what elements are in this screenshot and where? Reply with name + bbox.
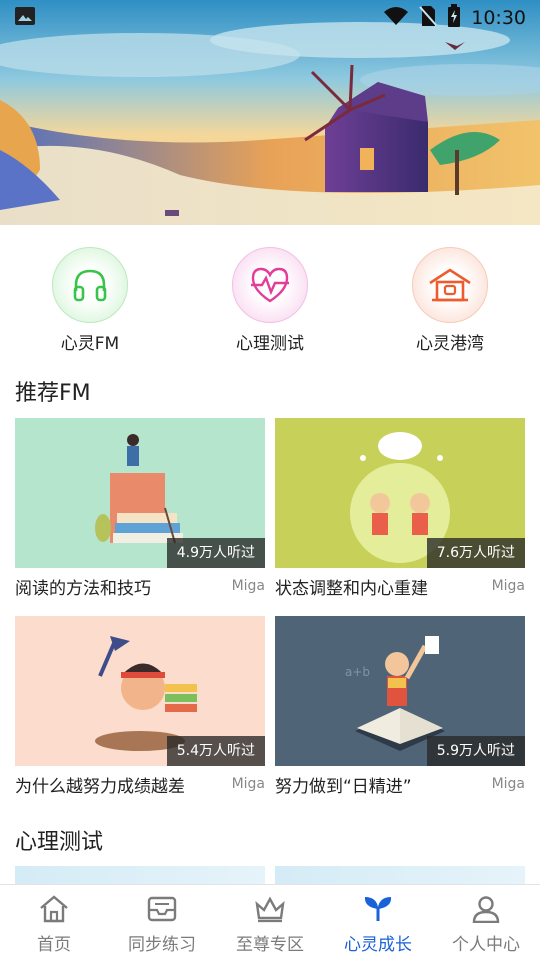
person-icon — [470, 895, 502, 927]
nav-item-heart-growth[interactable]: 心灵成长 — [324, 885, 432, 960]
bottom-nav: 首页 同步练习 至尊专区 心灵成长 个人中心 — [0, 884, 540, 960]
home-icon — [38, 895, 70, 927]
fm-thumbnail: 4.9万人听过 — [15, 418, 265, 568]
psych-test-row — [0, 866, 540, 886]
fm-title: 阅读的方法和技巧 — [15, 578, 151, 599]
listen-count: 5.4万人听过 — [166, 736, 265, 766]
gallery-icon — [14, 6, 36, 30]
nav-label: 个人中心 — [452, 935, 520, 955]
section-title-recommend-fm: 推荐FM — [15, 381, 91, 406]
no-sim-icon — [419, 5, 437, 31]
category-heart-harbor[interactable]: 心灵港湾 — [380, 247, 520, 354]
category-heart-fm[interactable]: 心灵FM — [20, 247, 160, 354]
category-label: 心灵港湾 — [416, 334, 484, 354]
fm-card[interactable]: 7.6万人听过 状态调整和内心重建 Miga — [275, 418, 525, 604]
fm-title: 为什么越努力成绩越差 — [15, 776, 185, 797]
fm-author: Miga — [491, 578, 525, 594]
fm-card[interactable]: 5.4万人听过 为什么越努力成绩越差 Miga — [15, 616, 265, 802]
nav-item-profile[interactable]: 个人中心 — [432, 885, 540, 960]
inbox-icon — [146, 895, 178, 927]
nav-label: 心灵成长 — [344, 935, 412, 955]
nav-item-vip-zone[interactable]: 至尊专区 — [216, 885, 324, 960]
nav-item-home[interactable]: 首页 — [0, 885, 108, 960]
nav-item-sync-practice[interactable]: 同步练习 — [108, 885, 216, 960]
listen-count: 5.9万人听过 — [426, 736, 525, 766]
status-time: 10:30 — [471, 7, 526, 29]
fm-thumbnail: 7.6万人听过 — [275, 418, 525, 568]
fm-card[interactable]: a+b 5.9万人听过 努力做到“日精进” Miga — [275, 616, 525, 802]
fm-thumbnail: a+b 5.9万人听过 — [275, 616, 525, 766]
fm-title: 努力做到“日精进” — [275, 776, 412, 797]
fm-author: Miga — [491, 776, 525, 792]
svg-text:a+b: a+b — [345, 665, 370, 679]
nav-label: 至尊专区 — [236, 935, 304, 955]
status-bar: 10:30 — [0, 0, 540, 36]
fm-card[interactable]: 4.9万人听过 阅读的方法和技巧 Miga — [15, 418, 265, 604]
category-psych-test[interactable]: 心理测试 — [200, 247, 340, 354]
psych-test-card[interactable] — [15, 866, 265, 886]
sprout-icon — [361, 895, 395, 927]
category-label: 心灵FM — [60, 334, 120, 354]
fm-author: Miga — [231, 578, 265, 594]
listen-count: 4.9万人听过 — [166, 538, 265, 568]
section-title-psych-test: 心理测试 — [15, 830, 104, 855]
fm-thumbnail: 5.4万人听过 — [15, 616, 265, 766]
wifi-icon — [383, 6, 409, 30]
psych-test-card[interactable] — [275, 866, 525, 886]
listen-count: 7.6万人听过 — [426, 538, 525, 568]
nav-label: 首页 — [37, 935, 71, 955]
crown-icon — [254, 895, 286, 927]
fm-author: Miga — [231, 776, 265, 792]
house-icon — [412, 247, 488, 323]
category-row: 心灵FM 心理测试 心灵港湾 — [0, 247, 540, 357]
fm-title: 状态调整和内心重建 — [275, 578, 428, 599]
heart-pulse-icon — [232, 247, 308, 323]
headphones-icon — [52, 247, 128, 323]
nav-label: 同步练习 — [128, 935, 196, 955]
category-label: 心理测试 — [236, 334, 304, 354]
battery-icon — [447, 4, 461, 32]
